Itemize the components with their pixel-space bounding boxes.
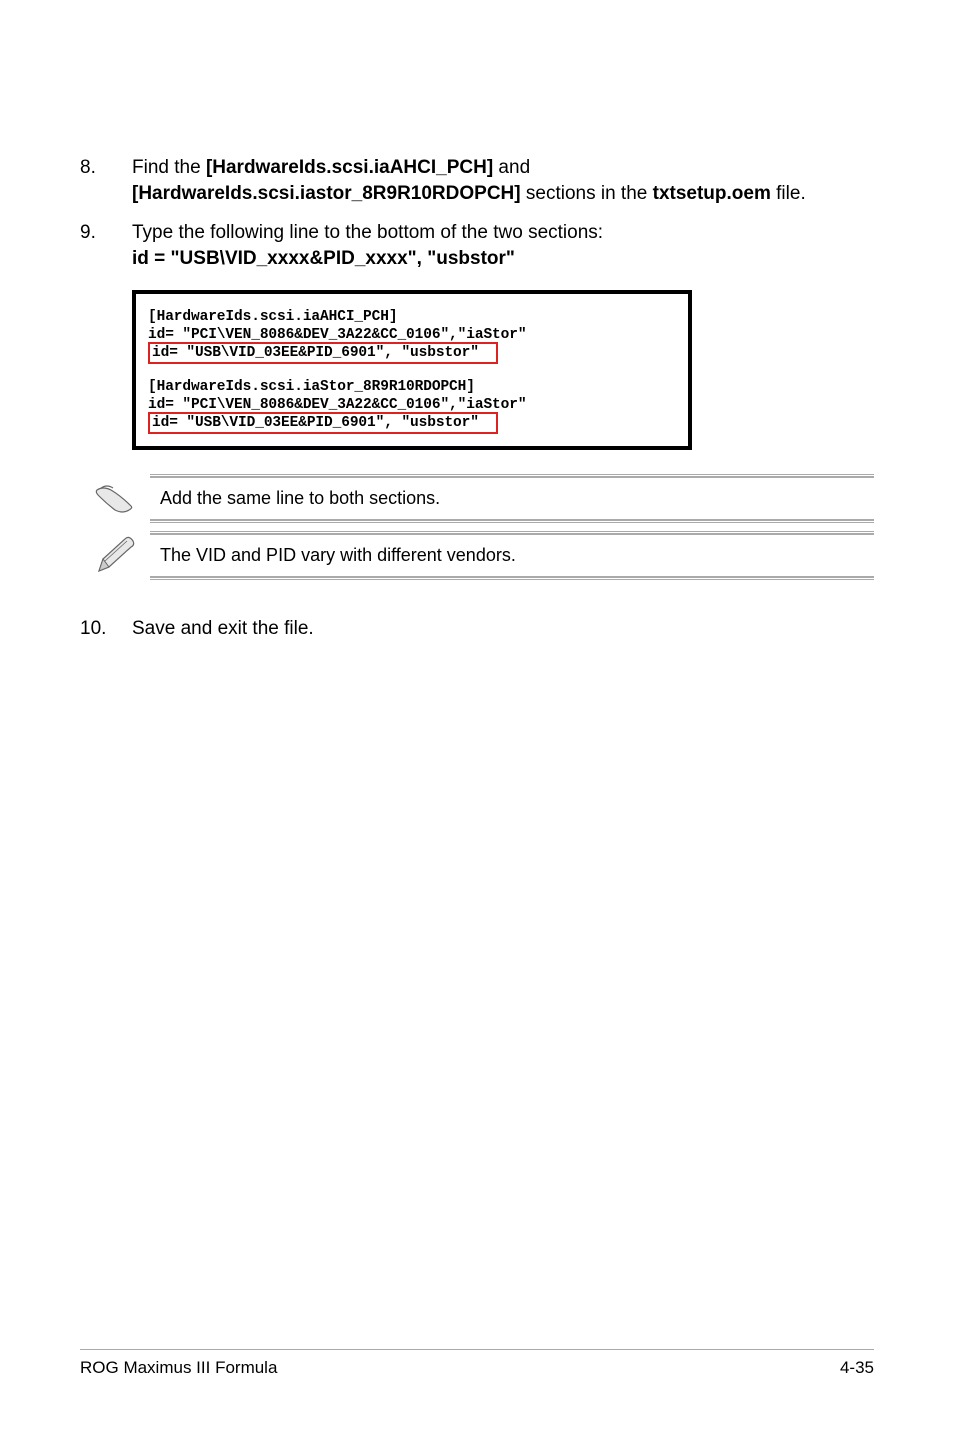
code-line-4: [HardwareIds.scsi.iaStor_8R9R10RDOPCH] xyxy=(148,378,678,396)
footer-right: 4-35 xyxy=(840,1358,874,1378)
note-1-text: Add the same line to both sections. xyxy=(150,477,874,520)
step-10: 10. Save and exit the file. xyxy=(80,616,874,642)
note-2: The VID and PID vary with different vend… xyxy=(80,531,874,580)
pencil-icon xyxy=(80,531,150,580)
step-10-body: Save and exit the file. xyxy=(132,616,874,642)
step-8-text-post2: file. xyxy=(771,183,806,204)
note-icon-1 xyxy=(80,474,150,523)
code-line-6-highlighted: id= "USB\VID_03EE&PID_6901", "usbstor" xyxy=(148,412,498,434)
step-8-body: Find the [HardwareIds.scsi.iaAHCI_PCH] a… xyxy=(132,155,874,206)
step-9-number: 9. xyxy=(80,220,132,271)
note-1: Add the same line to both sections. xyxy=(80,474,874,523)
footer-left: ROG Maximus III Formula xyxy=(80,1358,277,1378)
step-8: 8. Find the [HardwareIds.scsi.iaAHCI_PCH… xyxy=(80,155,874,206)
step-8-bold-2: [HardwareIds.scsi.iastor_8R9R10RDOPCH] xyxy=(132,183,521,204)
code-line-3-highlighted: id= "USB\VID_03EE&PID_6901", "usbstor" xyxy=(148,342,498,364)
note-2-text: The VID and PID vary with different vend… xyxy=(150,534,874,577)
code-line-1: [HardwareIds.scsi.iaAHCI_PCH] xyxy=(148,308,678,326)
step-9: 9. Type the following line to the bottom… xyxy=(80,220,874,271)
step-8-number: 8. xyxy=(80,155,132,206)
step-9-body: Type the following line to the bottom of… xyxy=(132,220,874,271)
step-8-bold-1: [HardwareIds.scsi.iaAHCI_PCH] xyxy=(206,157,493,178)
page-footer: ROG Maximus III Formula 4-35 xyxy=(80,1349,874,1378)
step-9-line1: Type the following line to the bottom of… xyxy=(132,222,603,243)
step-10-number: 10. xyxy=(80,616,132,642)
step-8-text-pre: Find the xyxy=(132,157,206,178)
step-8-text-mid: and xyxy=(493,157,530,178)
step-9-line2: id = "USB\VID_xxxx&PID_xxxx", "usbstor" xyxy=(132,248,515,269)
step-8-text-post1: sections in the xyxy=(521,183,653,204)
code-example-box: [HardwareIds.scsi.iaAHCI_PCH] id= "PCI\V… xyxy=(132,290,692,451)
step-8-bold-3: txtsetup.oem xyxy=(653,183,771,204)
